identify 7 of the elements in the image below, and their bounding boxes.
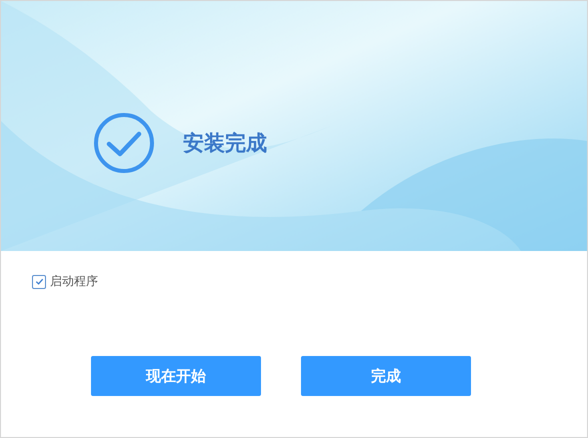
completion-title: 安装完成	[183, 130, 267, 157]
action-button[interactable]: 现在开始	[91, 356, 261, 396]
checkmark-icon	[34, 276, 44, 287]
action-button[interactable]: 完成	[301, 356, 471, 396]
checkbox[interactable]	[32, 274, 46, 288]
checkbox-label: 启动程序	[50, 273, 98, 290]
check-circle-icon	[93, 112, 155, 174]
